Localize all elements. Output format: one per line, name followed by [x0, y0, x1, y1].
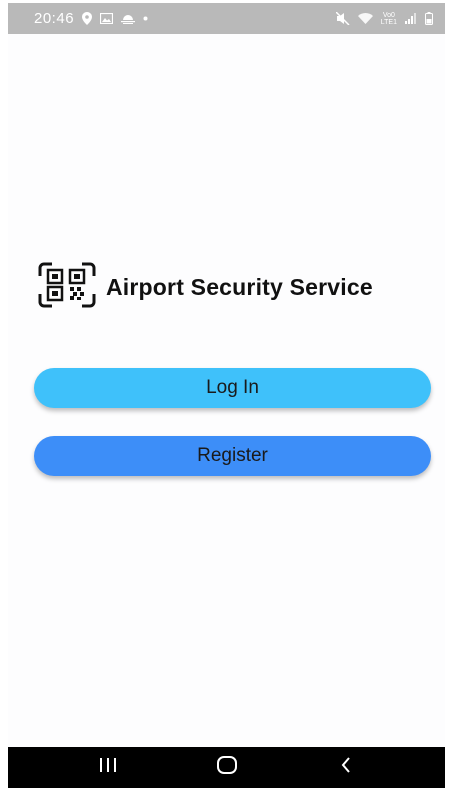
signal-icon [405, 13, 417, 24]
login-button[interactable]: Log In [34, 368, 431, 408]
recents-icon [99, 758, 117, 777]
network-label-bottom: LTE1 [380, 18, 397, 26]
recents-button[interactable] [78, 747, 138, 788]
battery-icon [425, 12, 433, 25]
main-content: Airport Security Service Log In Register [8, 34, 445, 747]
app-screen: 20:46 Vo0 LTE1 Airport Security Service … [0, 0, 453, 788]
network-type-label: Vo0 LTE1 [381, 12, 397, 26]
status-left-group: 20:46 [34, 10, 148, 27]
location-pin-icon [82, 12, 93, 25]
dot-icon [143, 16, 148, 21]
brand-header: Airport Security Service [38, 262, 373, 313]
home-icon [216, 756, 237, 779]
back-button[interactable] [316, 747, 376, 788]
image-icon [100, 13, 114, 24]
status-time: 20:46 [34, 10, 75, 27]
mute-icon [335, 12, 350, 25]
wifi-icon [357, 12, 373, 25]
navigation-bar [8, 747, 445, 788]
app-title: Airport Security Service [106, 274, 373, 300]
home-button[interactable] [197, 747, 257, 788]
status-bar: 20:46 Vo0 LTE1 [8, 3, 445, 34]
register-button[interactable]: Register [34, 436, 431, 476]
qr-code-icon [38, 262, 96, 313]
back-icon [341, 757, 351, 778]
status-right-group: Vo0 LTE1 [335, 12, 433, 26]
weather-icon [121, 13, 136, 24]
network-label-top: Vo0 [382, 11, 395, 19]
